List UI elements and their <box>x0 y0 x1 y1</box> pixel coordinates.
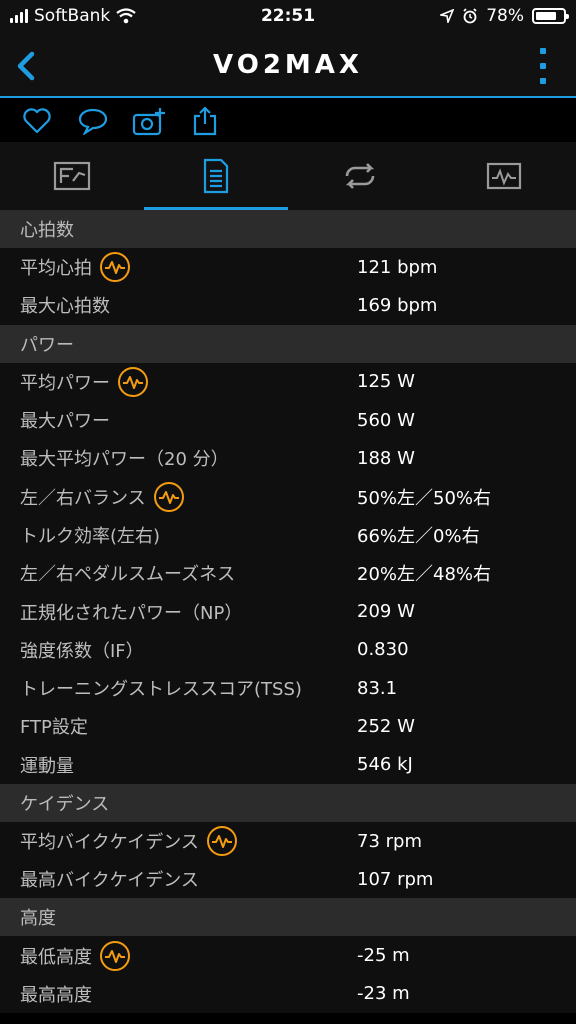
location-icon <box>440 9 455 23</box>
stats-list: 心拍数平均心拍 121 bpm 最大心拍数 169 bpm パワー平均パワー 125 W 最… <box>0 210 576 1014</box>
stat-row: 平均パワー 125 W <box>0 362 576 401</box>
comment-icon <box>78 108 108 135</box>
pulse-icon <box>105 949 125 963</box>
stat-label: 平均バイクケイデンス <box>20 832 199 853</box>
stat-value: -23 m <box>357 983 410 1005</box>
comment-button[interactable] <box>76 104 110 138</box>
stat-label: FTP設定 <box>20 717 88 739</box>
share-icon <box>193 106 217 136</box>
chart-summary-icon <box>53 161 91 191</box>
stat-row: トルク効率(左右) 66%左／0%右 <box>0 515 576 555</box>
stat-value: 546 kJ <box>357 754 413 776</box>
battery-percent: 78% <box>486 6 524 26</box>
stat-value: 125 W <box>357 371 415 393</box>
tab-graphs[interactable] <box>432 142 576 210</box>
stat-value: 73 rpm <box>357 830 422 852</box>
section-header: パワー <box>0 324 576 363</box>
action-bar <box>0 100 576 142</box>
stat-value: 169 bpm <box>357 294 438 316</box>
stat-label: 最大パワー <box>20 411 110 433</box>
more-menu-button[interactable] <box>538 48 548 84</box>
stat-value: 107 rpm <box>357 868 434 890</box>
stat-row: FTP設定 252 W <box>0 707 576 746</box>
stat-row: 最高高度 -23 m <box>0 974 576 1014</box>
section-header: 心拍数 <box>0 210 576 248</box>
stat-row: 運動量 546 kJ <box>0 745 576 784</box>
stat-value: 66%左／0%右 <box>357 525 480 547</box>
stat-value: -25 m <box>357 945 410 967</box>
share-button[interactable] <box>188 104 222 138</box>
tab-bar <box>0 142 576 210</box>
stat-row: 正規化されたパワー（NP） 209 W <box>0 592 576 631</box>
stat-label: 最大平均パワー（20 分） <box>20 449 229 471</box>
stat-label: 運動量 <box>20 755 74 777</box>
stat-row: トレーニングストレススコア(TSS) 83.1 <box>0 668 576 708</box>
pulse-icon <box>158 490 179 504</box>
stat-label: 平均心拍 <box>20 258 92 280</box>
stat-label: 強度係数（IF） <box>20 640 144 662</box>
nav-bar: VO2MAX <box>0 34 576 98</box>
pulse-icon <box>123 375 143 389</box>
stat-row: 平均心拍 121 bpm <box>0 248 576 287</box>
stat-row: 左／右ペダルスムーズネス 20%左／48%右 <box>0 554 576 593</box>
pulse-badge[interactable] <box>100 252 130 283</box>
like-button[interactable] <box>20 104 54 138</box>
pulse-badge[interactable] <box>206 826 237 856</box>
pulse-badge[interactable] <box>153 481 184 512</box>
stat-value: 252 W <box>357 715 415 737</box>
stat-label: 平均パワー <box>20 372 110 394</box>
pulse-badge[interactable] <box>100 940 130 971</box>
pulse-icon <box>211 835 232 848</box>
stat-value: 83.1 <box>357 677 398 699</box>
stat-label: 最高高度 <box>20 984 92 1006</box>
stat-row: 最高バイクケイデンス 107 rpm <box>0 860 576 899</box>
stat-value: 0.830 <box>357 639 409 661</box>
add-photo-button[interactable] <box>132 104 166 138</box>
heart-icon <box>23 108 51 134</box>
stat-label: 正規化されたパワー（NP） <box>20 602 243 624</box>
stat-label: 最低高度 <box>20 946 92 968</box>
alarm-icon <box>463 8 477 24</box>
stat-row: 最大平均パワー（20 分） 188 W <box>0 439 576 478</box>
stat-label: 左／右バランス <box>20 487 146 509</box>
tab-stats[interactable] <box>144 142 288 210</box>
stat-row: 最低高度 -25 m <box>0 936 576 975</box>
stat-value: 121 bpm <box>357 256 438 278</box>
stat-label: 左／右ペダルスムーズネス <box>20 564 236 586</box>
page-title: VO2MAX <box>213 50 363 80</box>
stat-label: トルク効率(左右) <box>20 525 161 547</box>
stat-row: 最大パワー 560 W <box>0 400 576 440</box>
section-header: ケイデンス <box>0 783 576 822</box>
stat-value: 560 W <box>357 409 415 431</box>
tab-summary[interactable] <box>0 142 144 210</box>
stat-row: 平均バイクケイデンス 73 rpm <box>0 821 576 861</box>
stat-label: トレーニングストレススコア(TSS) <box>20 679 302 701</box>
stats-list-icon <box>203 158 229 194</box>
tab-laps[interactable] <box>288 142 432 210</box>
graph-icon <box>486 162 522 190</box>
stat-label: 最高バイクケイデンス <box>20 870 199 892</box>
stat-value: 209 W <box>357 601 415 623</box>
battery-icon <box>532 8 569 24</box>
laps-icon <box>345 163 375 189</box>
stat-value: 188 W <box>357 447 415 469</box>
stat-value: 20%左／48%右 <box>357 564 492 586</box>
add-photo-icon <box>132 108 165 136</box>
status-bar: SoftBank 22:51 78% <box>0 0 576 34</box>
pulse-icon <box>105 261 125 275</box>
stat-value: 50%左／50%右 <box>357 487 492 509</box>
stat-row: 強度係数（IF） 0.830 <box>0 630 576 669</box>
stat-row: 左／右バランス 50%左／50%右 <box>0 477 576 516</box>
section-header: 高度 <box>0 898 576 937</box>
stat-label: 最大心拍数 <box>20 296 110 318</box>
pulse-badge[interactable] <box>118 366 148 397</box>
stat-row: 最大心拍数 169 bpm <box>0 286 576 325</box>
